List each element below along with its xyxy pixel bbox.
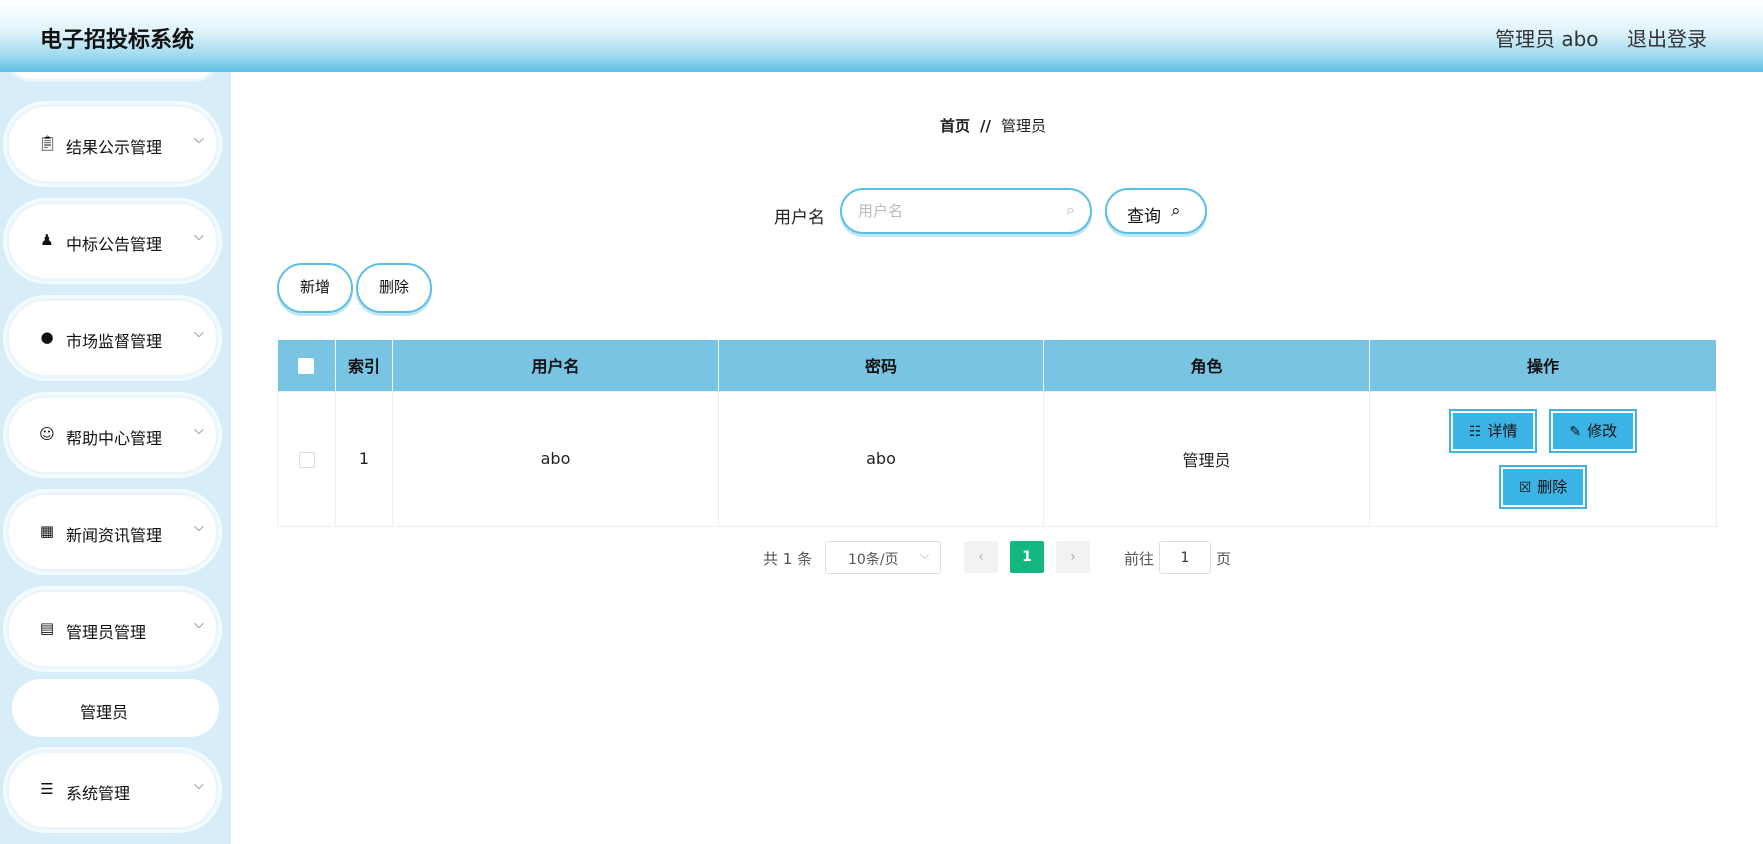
cell-password: abo	[718, 390, 1044, 527]
chevron-down-icon: ⌵	[194, 423, 204, 438]
row-checkbox[interactable]	[298, 451, 315, 468]
breadcrumb-home[interactable]: 首页	[940, 117, 970, 135]
app-title: 电子招投标系统	[40, 28, 195, 53]
detail-button[interactable]: ☷ 详情	[1448, 408, 1538, 453]
sidebar-item-result-notice[interactable]: 📋︎ 结果公示管理 ⌵	[6, 104, 219, 184]
pagination-total: 共 1 条	[763, 550, 813, 568]
query-button-label: 查询	[1127, 207, 1161, 227]
ticket-icon: ▤	[39, 619, 55, 637]
select-all-checkbox[interactable]	[298, 358, 315, 375]
cell-actions: ☷ 详情 ✎ 修改 ☒ 删除	[1369, 390, 1717, 527]
sidebar-item-label: 新闻资讯管理	[66, 526, 163, 545]
sidebar[interactable]: 📋︎ 结果公示管理 ⌵ ♟ 中标公告管理 ⌵ ● 市场监督管理 ⌵ ☺ 帮助中心…	[0, 72, 231, 844]
goto-label: 前往	[1124, 550, 1155, 568]
sidebar-subitem-admin[interactable]: 管理员	[12, 679, 219, 737]
delete-button-label: 删除	[1537, 477, 1568, 496]
sidebar-item-label: 帮助中心管理	[66, 429, 163, 448]
sidebar-item-admin-management[interactable]: ▤ 管理员管理 ⌵	[6, 589, 219, 669]
sidebar-item-label: 系统管理	[66, 784, 131, 803]
clipboard-icon: 📋︎	[38, 134, 58, 152]
goto-box[interactable]	[1159, 541, 1211, 574]
search-input[interactable]	[858, 200, 1058, 222]
column-header-index: 索引	[335, 340, 393, 391]
page-number-button[interactable]: 1	[1010, 541, 1044, 573]
page-size-value: 10条/页	[848, 552, 899, 568]
next-page-button[interactable]: ›	[1056, 541, 1090, 573]
cell-username: abo	[392, 390, 719, 527]
search-box[interactable]: ⌕	[840, 188, 1092, 234]
page-size-select[interactable]: 10条/页 ⌵	[825, 541, 941, 574]
sidebar-item-award-notice[interactable]: ♟ 中标公告管理 ⌵	[6, 201, 219, 281]
list-icon: ☰	[40, 780, 54, 798]
sidebar-item-label: 市场监督管理	[66, 332, 163, 351]
chevron-left-icon: ‹	[978, 549, 984, 565]
sidebar-item-label: 管理员管理	[66, 623, 147, 642]
batch-delete-button[interactable]: 删除	[356, 263, 432, 313]
bulb-icon: ●	[40, 328, 54, 346]
logout-link[interactable]: 退出登录	[1627, 23, 1707, 52]
top-bar: 电子招投标系统 管理员 abo 退出登录	[0, 0, 1763, 72]
document-icon: ☷	[1468, 423, 1482, 440]
sidebar-item-market-supervision[interactable]: ● 市场监督管理 ⌵	[6, 298, 219, 378]
edit-button[interactable]: ✎ 修改	[1549, 408, 1638, 453]
page-suffix: 页	[1216, 550, 1232, 568]
sidebar-subitem-label: 管理员	[80, 703, 129, 722]
chevron-down-icon: ⌵	[920, 548, 930, 562]
search-icon: ⌕	[1171, 201, 1181, 221]
column-header-role: 角色	[1043, 340, 1370, 391]
cell-role: 管理员	[1043, 390, 1370, 527]
breadcrumb-separator: //	[980, 117, 991, 135]
chevron-down-icon: ⌵	[194, 229, 204, 244]
row-select-cell[interactable]	[277, 390, 336, 527]
goto-page-input[interactable]	[1160, 542, 1210, 573]
chevron-down-icon: ⌵	[194, 617, 204, 632]
cell-index: 1	[335, 390, 393, 527]
add-button[interactable]: 新增	[277, 263, 353, 313]
person-icon: ♟	[40, 231, 54, 249]
sidebar-item-label: 结果公示管理	[66, 138, 163, 157]
sidebar-item-news[interactable]: ▦ 新闻资讯管理 ⌵	[6, 492, 219, 572]
sidebar-item-system[interactable]: ☰ 系统管理 ⌵	[6, 750, 219, 830]
breadcrumb: 首页 // 管理员	[940, 115, 1046, 136]
sidebar-item-partial[interactable]	[6, 72, 219, 82]
prev-page-button[interactable]: ‹	[964, 541, 998, 573]
sidebar-item-help-center[interactable]: ☺ 帮助中心管理 ⌵	[6, 395, 219, 475]
current-user-label: 管理员 abo	[1495, 27, 1599, 51]
data-table: 索引 用户名 密码 角色 操作 1 abo abo 管理员 ☷ 详情 ✎ 修改 ☒ 删除	[277, 340, 1717, 527]
query-button[interactable]: 查询 ⌕	[1105, 188, 1207, 234]
column-header-actions: 操作	[1369, 340, 1717, 391]
chevron-down-icon: ⌵	[194, 778, 204, 793]
sidebar-item-label: 中标公告管理	[66, 235, 163, 254]
column-header-password: 密码	[718, 340, 1044, 391]
chevron-down-icon: ⌵	[194, 132, 204, 147]
select-all-cell[interactable]	[277, 340, 336, 391]
detail-button-label: 详情	[1487, 421, 1518, 440]
chevron-down-icon: ⌵	[194, 326, 204, 341]
breadcrumb-current: 管理员	[1000, 117, 1046, 135]
edit-button-label: 修改	[1587, 421, 1618, 440]
delete-button[interactable]: ☒ 删除	[1498, 464, 1588, 509]
chevron-down-icon: ⌵	[194, 520, 204, 535]
column-header-username: 用户名	[392, 340, 719, 391]
user-icon: ☺	[39, 425, 55, 443]
grid-icon: ▦	[39, 522, 55, 540]
search-icon: ⌕	[1066, 200, 1075, 219]
chevron-right-icon: ›	[1070, 549, 1076, 565]
table-header-row: 索引 用户名 密码 角色 操作	[277, 340, 1717, 391]
search-label: 用户名	[774, 208, 825, 228]
table-row: 1 abo abo 管理员 ☷ 详情 ✎ 修改 ☒ 删除	[277, 390, 1717, 527]
trash-icon: ☒	[1518, 479, 1532, 496]
pencil-icon: ✎	[1569, 423, 1582, 440]
